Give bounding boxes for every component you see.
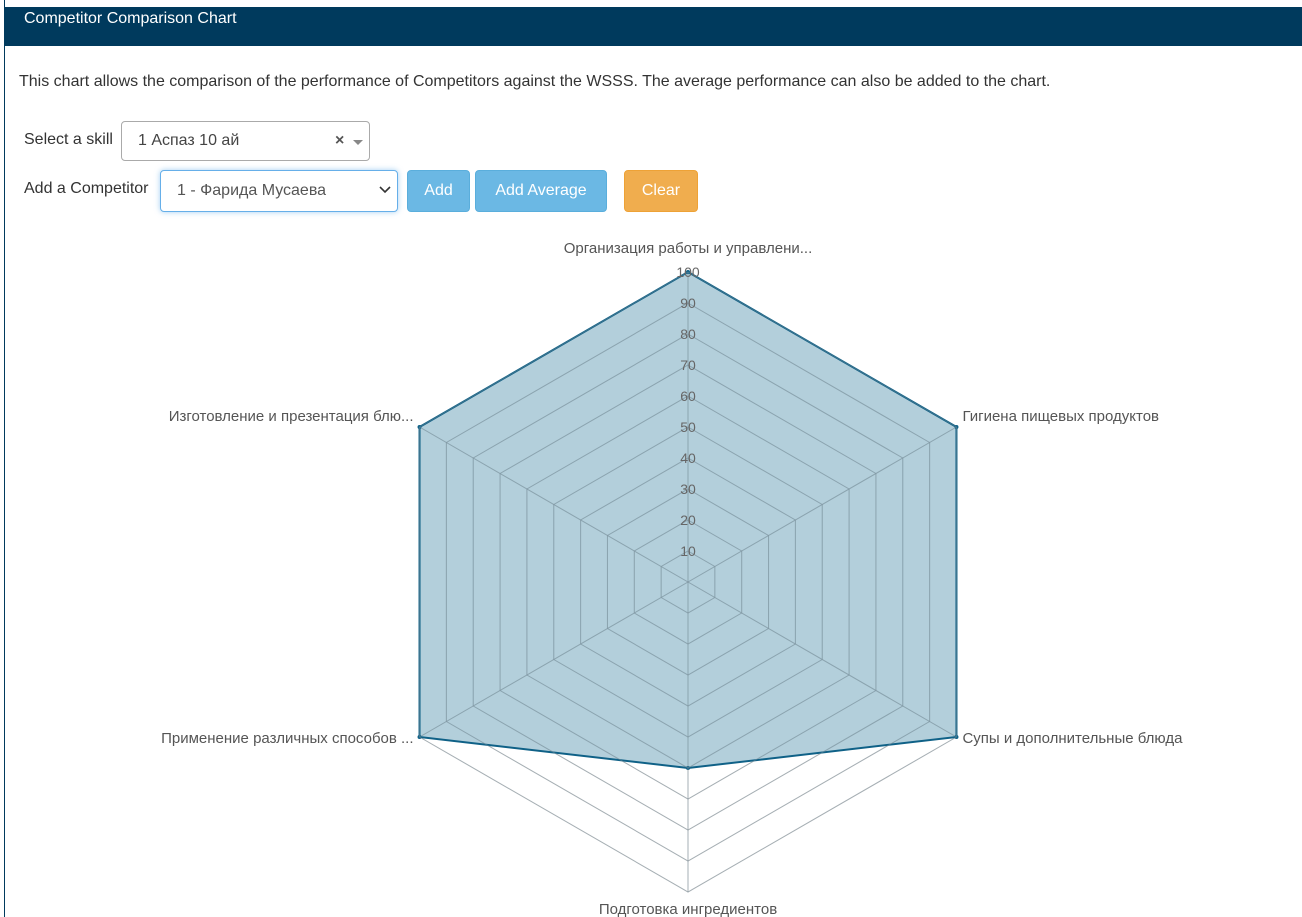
tick-label: 10 — [680, 543, 696, 559]
tick-label: 70 — [680, 357, 696, 373]
axis-label: Применение различных способов ... — [161, 730, 413, 747]
tick-label: 90 — [680, 295, 696, 311]
tick-label: 80 — [680, 326, 696, 342]
tick-label: 30 — [680, 481, 696, 497]
axis-label: Гигиена пищевых продуктов — [962, 408, 1159, 425]
tick-label: 60 — [680, 388, 696, 404]
axis-label: Организация работы и управлени... — [564, 240, 812, 257]
tick-label: 40 — [680, 450, 696, 466]
tick-label: 100 — [676, 264, 700, 280]
axis-label: Подготовка ингредиентов — [599, 901, 777, 917]
axis-label: Изготовление и презентация блю... — [169, 408, 414, 425]
axis-label: Супы и дополнительные блюда — [962, 730, 1183, 747]
radar-chart: 10 20 30 40 50 60 70 80 90 100 Организация работы … — [161, 240, 1183, 917]
tick-label: 50 — [680, 419, 696, 435]
tick-label: 20 — [680, 512, 696, 528]
